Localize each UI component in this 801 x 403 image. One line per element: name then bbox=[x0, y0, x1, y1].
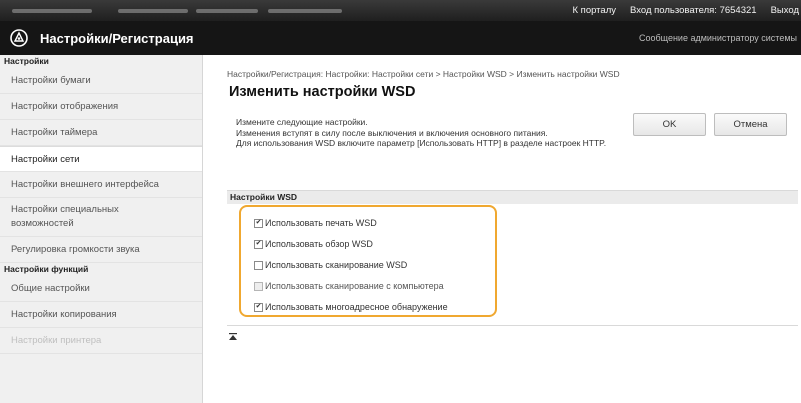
option-scan-from-computer: Использовать сканирование с компьютера bbox=[254, 281, 444, 291]
sidebar-section-settings: Настройки bbox=[4, 56, 49, 66]
sidebar-item-volume[interactable]: Регулировка громкости звука bbox=[0, 237, 202, 263]
option-label: Использовать многоадресное обнаружение bbox=[265, 302, 448, 312]
checkbox-scan-from-computer bbox=[254, 281, 263, 291]
admin-message-link[interactable]: Сообщение администратору системы bbox=[639, 33, 797, 43]
option-wsd-print[interactable]: Использовать печать WSD bbox=[254, 218, 377, 228]
sidebar-item-printer[interactable]: Настройки принтера bbox=[0, 328, 202, 354]
section-divider bbox=[227, 325, 798, 326]
back-to-top-icon[interactable] bbox=[228, 332, 238, 342]
blurred-url-fragment bbox=[196, 9, 258, 13]
page-title: Изменить настройки WSD bbox=[229, 84, 416, 100]
blurred-url-fragment bbox=[12, 9, 92, 13]
app-title: Настройки/Регистрация bbox=[40, 30, 194, 46]
sidebar: Настройки Настройки бумаги Настройки ото… bbox=[0, 55, 203, 403]
wsd-settings-header: Настройки WSD bbox=[227, 190, 798, 204]
sidebar-item-copy[interactable]: Настройки копирования bbox=[0, 302, 202, 328]
option-label: Использовать сканирование WSD bbox=[265, 260, 408, 270]
blurred-url-fragment bbox=[118, 9, 188, 13]
sidebar-item-display[interactable]: Настройки отображения bbox=[0, 94, 202, 120]
ok-button[interactable]: OK bbox=[633, 113, 706, 136]
sidebar-item-common[interactable]: Общие настройки bbox=[0, 276, 202, 302]
sidebar-item-paper[interactable]: Настройки бумаги bbox=[0, 68, 202, 94]
checkbox-multicast-discovery[interactable] bbox=[254, 302, 263, 312]
option-label: Использовать сканирование с компьютера bbox=[265, 281, 444, 291]
option-label: Использовать печать WSD bbox=[265, 218, 377, 228]
option-label: Использовать обзор WSD bbox=[265, 239, 373, 249]
sidebar-item-external-interface[interactable]: Настройки внешнего интерфейса bbox=[0, 172, 202, 198]
user-id: 7654321 bbox=[719, 5, 757, 16]
checkbox-wsd-print[interactable] bbox=[254, 218, 263, 228]
portal-link[interactable]: К порталу bbox=[573, 5, 617, 16]
settings-registration-logo-icon bbox=[9, 28, 29, 48]
option-wsd-browse[interactable]: Использовать обзор WSD bbox=[254, 239, 373, 249]
title-bar: Настройки/Регистрация Сообщение админист… bbox=[0, 21, 801, 55]
sidebar-item-network[interactable]: Настройки сети bbox=[0, 146, 202, 172]
wsd-options-highlight: Использовать печать WSD Использовать обз… bbox=[239, 205, 497, 317]
checkbox-wsd-browse[interactable] bbox=[254, 239, 263, 249]
login-label: Вход пользователя: bbox=[630, 5, 717, 16]
cancel-button[interactable]: Отмена bbox=[714, 113, 787, 136]
logout-link[interactable]: Выход bbox=[771, 5, 799, 16]
option-multicast-discovery[interactable]: Использовать многоадресное обнаружение bbox=[254, 302, 448, 312]
checkbox-wsd-scan[interactable] bbox=[254, 260, 263, 270]
option-wsd-scan[interactable]: Использовать сканирование WSD bbox=[254, 260, 407, 270]
breadcrumb: Настройки/Регистрация: Настройки: Настро… bbox=[227, 69, 620, 79]
page-description: Измените следующие настройки. Изменения в… bbox=[236, 117, 607, 148]
sidebar-item-accessibility[interactable]: Настройки специальных возможностей bbox=[0, 198, 202, 237]
login-info: Вход пользователя: 7654321 bbox=[630, 5, 757, 16]
sidebar-item-timer[interactable]: Настройки таймера bbox=[0, 120, 202, 146]
sidebar-section-functions: Настройки функций bbox=[4, 264, 89, 274]
top-links: К порталу Вход пользователя: 7654321 Вых… bbox=[573, 0, 801, 21]
blurred-url-fragment bbox=[268, 9, 342, 13]
top-bar: К порталу Вход пользователя: 7654321 Вых… bbox=[0, 0, 801, 21]
